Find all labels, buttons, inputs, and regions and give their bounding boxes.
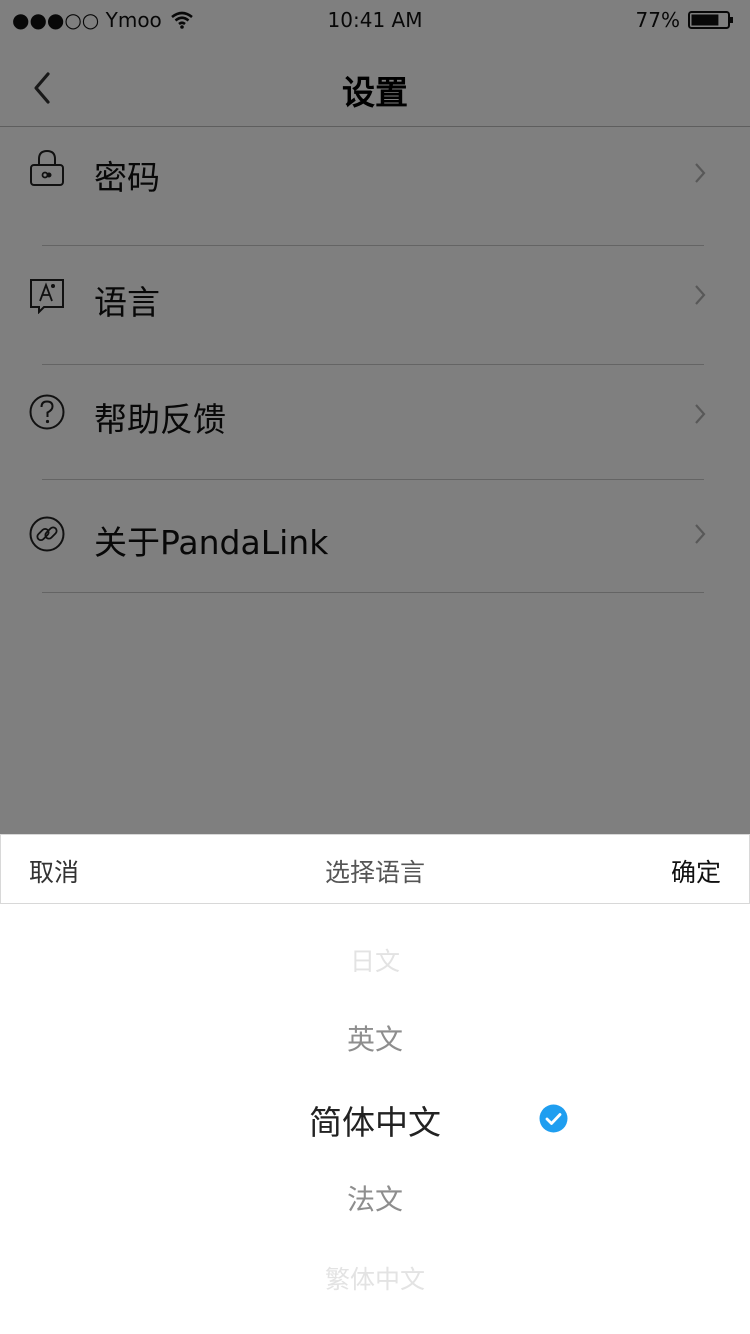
language-picker-wheel[interactable]: 日文 英文 简体中文 法文 繁体中文 (0, 904, 750, 1334)
modal-overlay[interactable] (0, 0, 750, 834)
confirm-button[interactable]: 确定 (671, 853, 721, 889)
checkmark-icon (539, 1104, 568, 1133)
picker-title: 选择语言 (324, 858, 425, 887)
picker-option[interactable]: 法文 (0, 1178, 750, 1218)
picker-option[interactable]: 英文 (0, 1018, 750, 1058)
language-picker-sheet: 取消 选择语言 确定 日文 英文 简体中文 法文 繁体中文 (0, 834, 750, 1334)
picker-toolbar: 取消 选择语言 确定 (0, 834, 750, 904)
picker-option[interactable]: 日文 (0, 942, 750, 978)
picker-option[interactable]: 繁体中文 (0, 1260, 750, 1296)
picker-option-selected[interactable]: 简体中文 (0, 1096, 750, 1144)
